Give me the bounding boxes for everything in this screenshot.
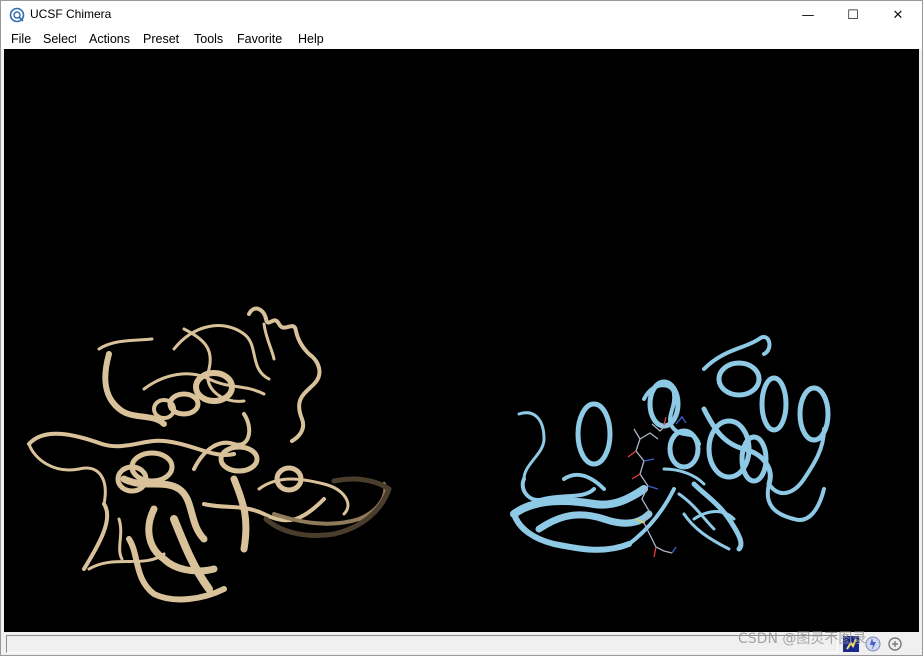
- molecule-display[interactable]: [4, 49, 919, 632]
- close-button[interactable]: ✕: [875, 1, 921, 29]
- lightning-icon[interactable]: [864, 635, 882, 653]
- menu-bar: File Select Actions Preset Tools Favorit…: [1, 29, 922, 49]
- menu-select[interactable]: Select: [43, 32, 76, 46]
- menu-preset[interactable]: Preset: [143, 32, 179, 46]
- menu-tools[interactable]: Tools: [194, 32, 225, 46]
- status-message: [6, 635, 838, 653]
- close-icon: ✕: [892, 7, 904, 23]
- graphics-viewport[interactable]: [4, 49, 919, 632]
- protein-model-1[interactable]: [27, 306, 392, 603]
- minimize-button[interactable]: —: [785, 1, 831, 29]
- minimize-icon: —: [801, 7, 815, 23]
- selection-inspector-icon[interactable]: [886, 635, 904, 653]
- menu-favorite[interactable]: Favorite: [237, 32, 282, 46]
- maximize-button[interactable]: ☐: [830, 1, 876, 29]
- menu-actions[interactable]: Actions: [89, 32, 130, 46]
- maximize-icon: ☐: [847, 7, 859, 23]
- chimera-window: UCSF Chimera — ☐ ✕ File Select Actions P…: [0, 0, 923, 656]
- protein-model-2[interactable]: [510, 335, 831, 553]
- csdn-watermark: CSDN @图灵不图录: [738, 631, 867, 647]
- title-bar[interactable]: UCSF Chimera — ☐ ✕: [1, 1, 922, 29]
- window-title: UCSF Chimera: [30, 7, 112, 21]
- menu-file[interactable]: File: [11, 32, 31, 46]
- menu-help[interactable]: Help: [298, 32, 324, 46]
- chimera-logo-icon: [9, 7, 25, 23]
